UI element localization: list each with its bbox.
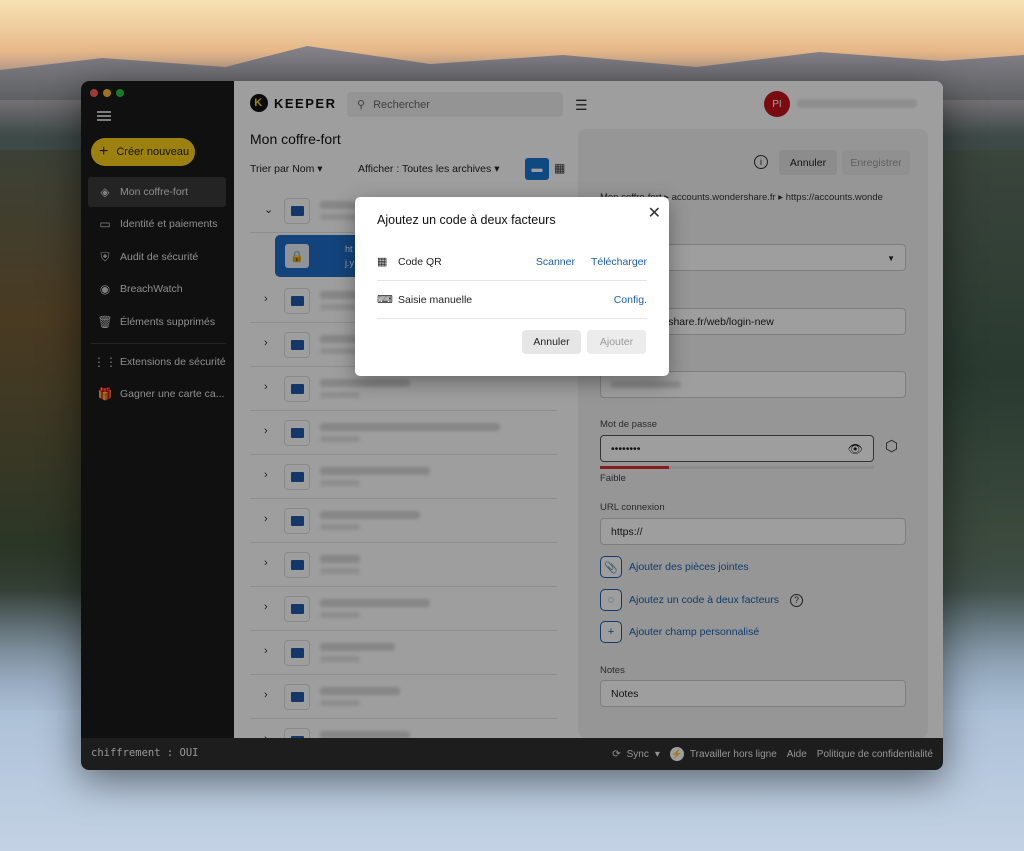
manual-entry-row: ⌨ Saisie manuelle Config.	[377, 281, 647, 319]
keyboard-icon: ⌨	[377, 294, 393, 306]
modal-backdrop[interactable]	[81, 81, 943, 770]
qr-code-icon: ▦	[377, 256, 388, 268]
two-factor-dialog: Ajoutez un code à deux facteurs ✕ ▦ Code…	[355, 197, 669, 376]
qr-code-row: ▦ Code QR Scanner Télécharger	[377, 243, 647, 281]
scan-qr-button[interactable]: Scanner	[536, 256, 575, 268]
dialog-title: Ajoutez un code à deux facteurs	[377, 213, 556, 227]
close-icon[interactable]: ✕	[648, 203, 661, 223]
keeper-window: + Créer nouveau ◈ Mon coffre-fort ▭ Iden…	[81, 81, 943, 770]
config-button[interactable]: Config.	[614, 294, 647, 306]
upload-qr-button[interactable]: Télécharger	[591, 256, 647, 268]
qr-code-label: Code QR	[398, 255, 442, 268]
dialog-cancel-button[interactable]: Annuler	[522, 330, 581, 354]
manual-entry-label: Saisie manuelle	[398, 293, 473, 306]
dialog-add-button[interactable]: Ajouter	[587, 330, 646, 354]
